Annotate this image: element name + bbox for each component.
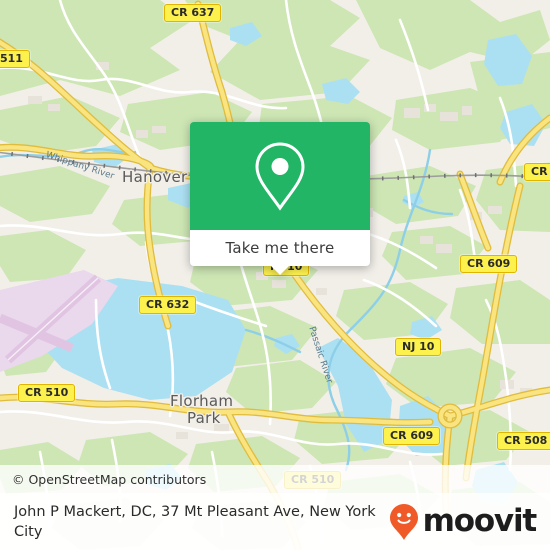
map-screenshot: Hanover Florham Park Whippany River Pass… [0, 0, 550, 550]
highway-shield-cr6: CR 6 [524, 163, 550, 181]
moovit-wordmark: moovit [422, 503, 538, 539]
highway-shield-cr609-upper: CR 609 [460, 255, 518, 273]
destination-popup-card[interactable]: Take me there [190, 122, 370, 275]
openstreetmap-attribution[interactable]: © OpenStreetMap contributors [0, 472, 206, 487]
take-me-there-label: Take me there [225, 239, 335, 257]
moovit-logo[interactable]: moovit [389, 503, 538, 541]
location-title: John P Mackert, DC, 37 Mt Pleasant Ave, … [14, 503, 376, 540]
popup-tail-pointer [270, 265, 290, 275]
map-attribution-bar: © OpenStreetMap contributors [0, 465, 550, 493]
highway-shield-cr510-left: CR 510 [18, 384, 76, 402]
popup-pin-panel [190, 122, 370, 230]
popup-action-bar[interactable]: Take me there [190, 230, 370, 266]
highway-shield-cr637: CR 637 [164, 4, 222, 22]
highway-shield-cr508: CR 508 [497, 432, 550, 450]
footer-bar: John P Mackert, DC, 37 Mt Pleasant Ave, … [0, 493, 550, 550]
highway-shield-511: 511 [0, 50, 30, 68]
map-pin-icon [255, 142, 305, 211]
moovit-smiley-pin-icon [389, 503, 418, 540]
highway-shield-nj10-east: NJ 10 [395, 338, 442, 356]
highway-shield-cr609-lower: CR 609 [383, 427, 441, 445]
highway-shield-cr632: CR 632 [139, 296, 197, 314]
